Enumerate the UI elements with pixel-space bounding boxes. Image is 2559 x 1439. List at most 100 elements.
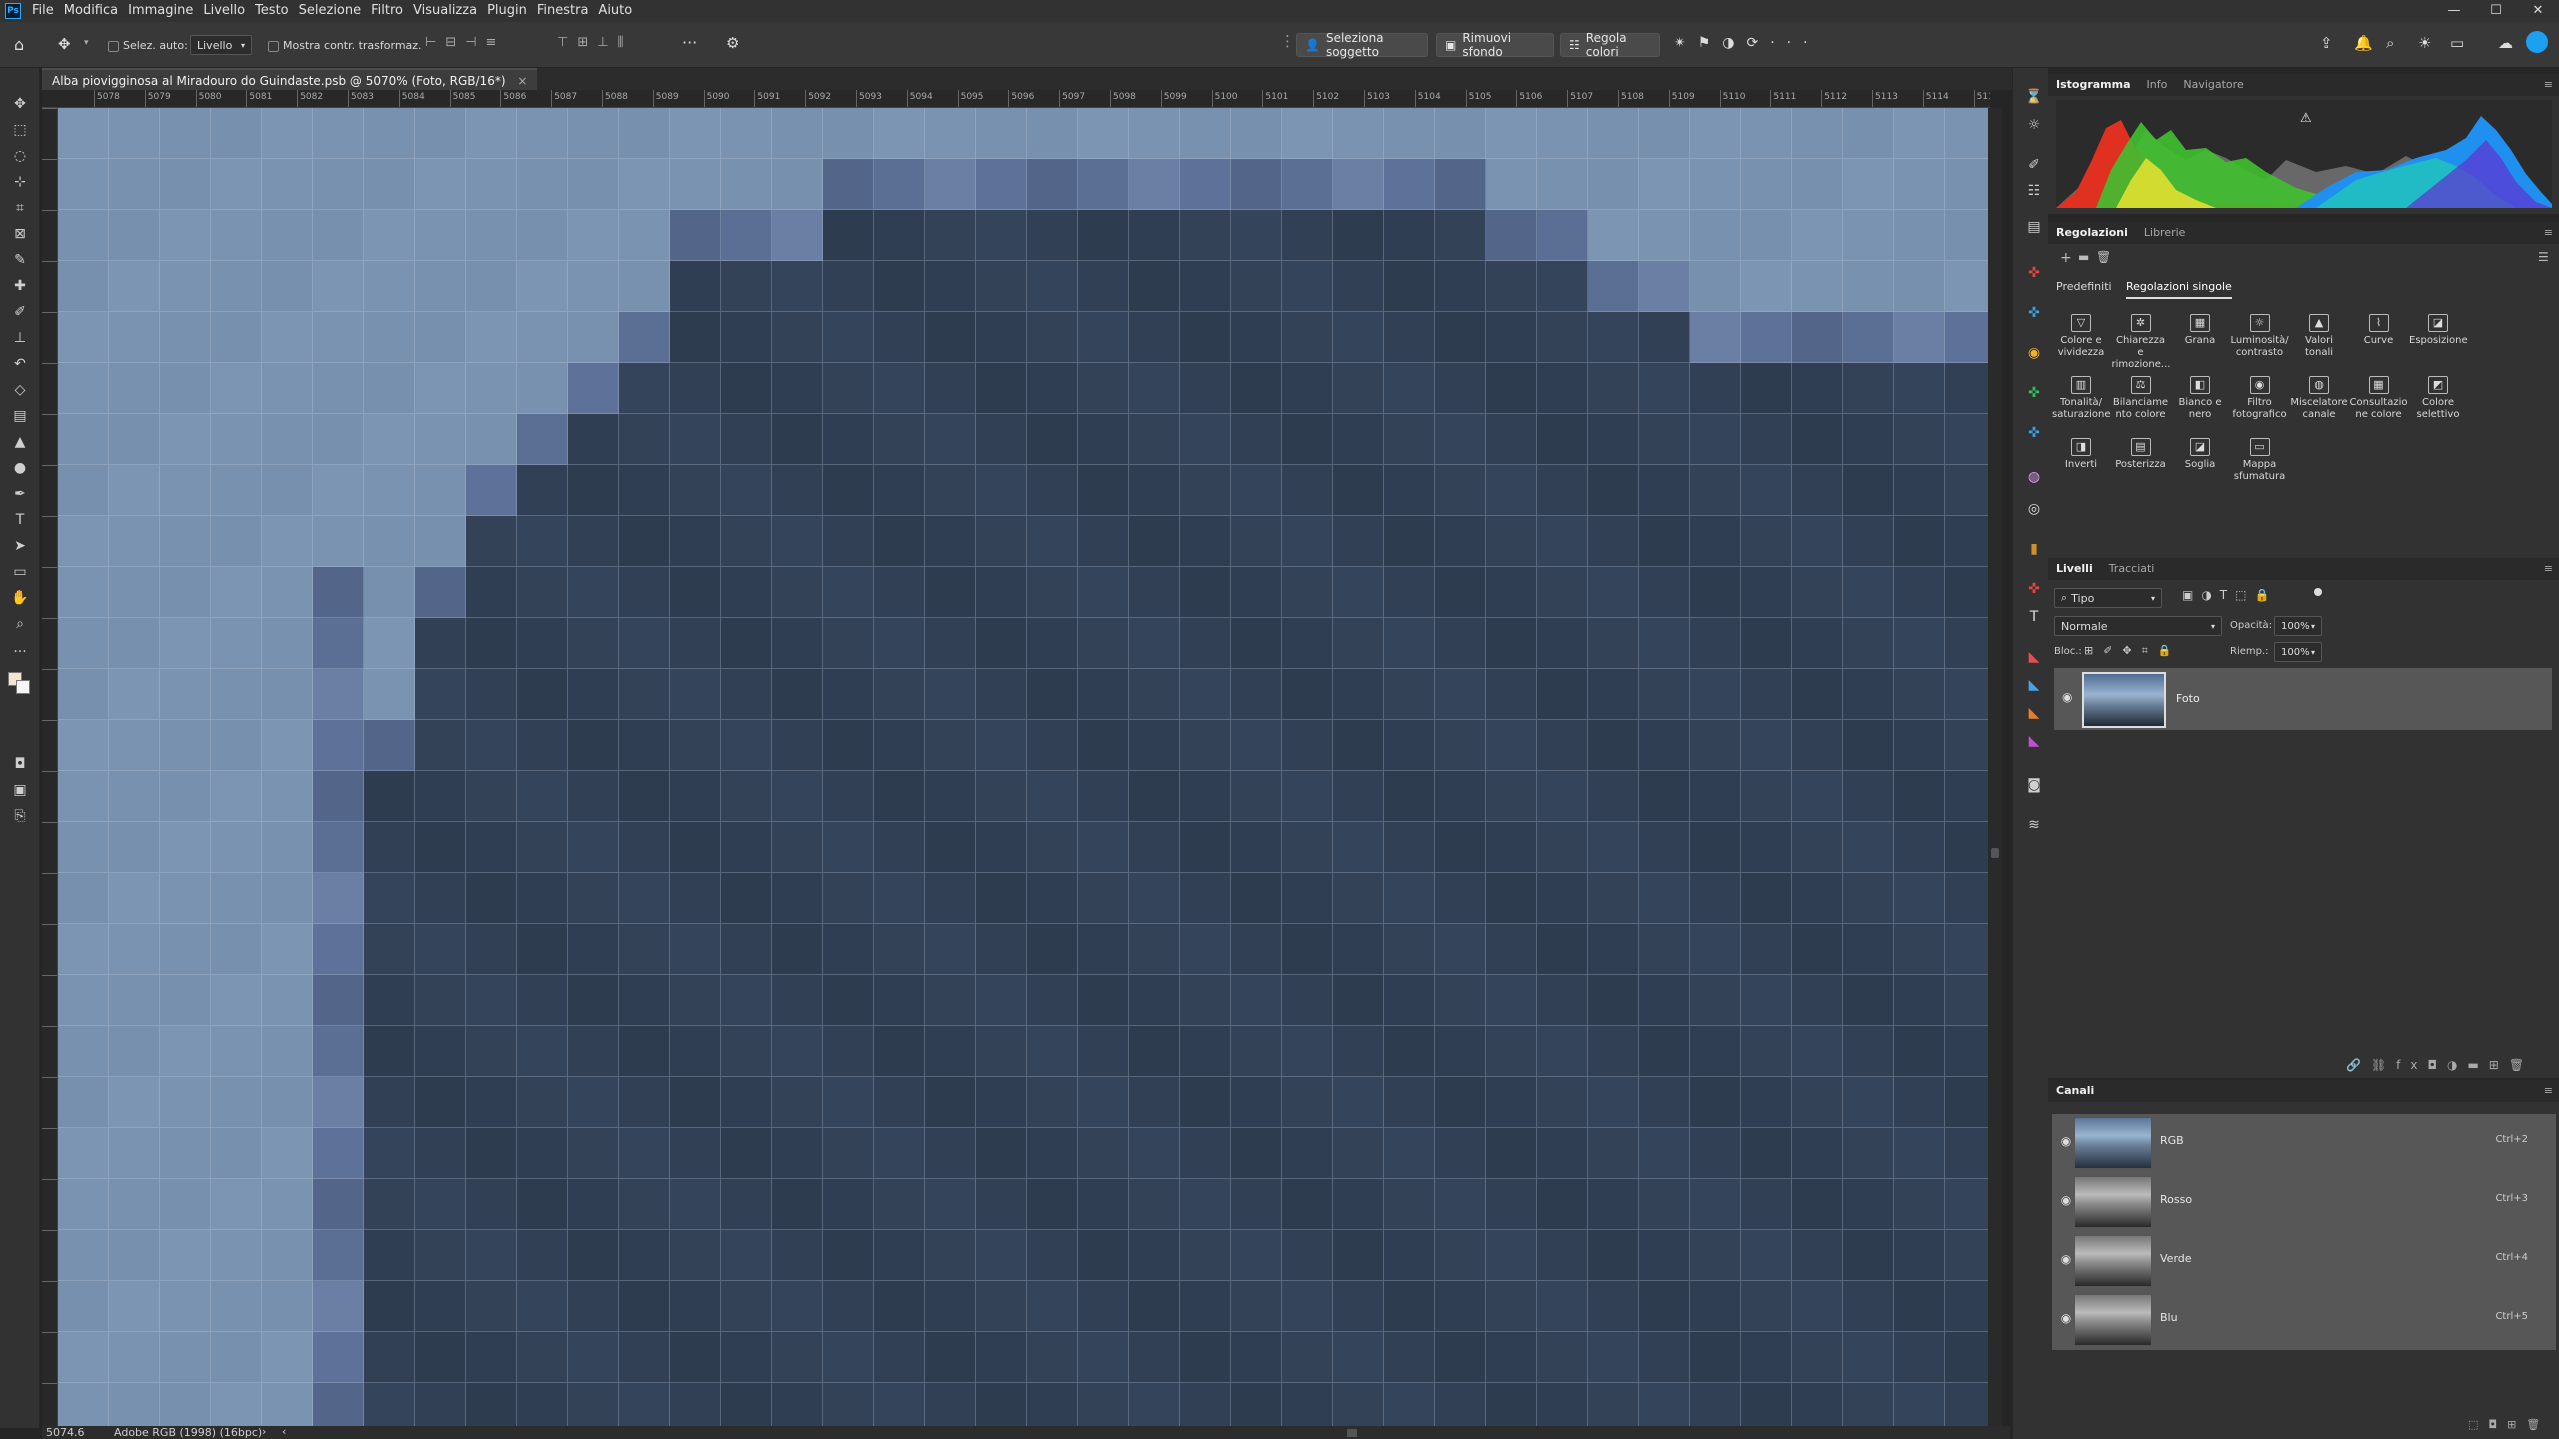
eraser-icon[interactable]: ◇ [10,380,30,400]
tab-librerie[interactable]: Librerie [2136,222,2194,244]
bell-icon[interactable]: 🔔 [2354,34,2373,52]
layer-name[interactable]: Foto [2176,692,2200,705]
layer-actions-icons[interactable]: 🔗⛓fx◘◑▬⊞🗑 [2346,1058,2534,1072]
menu-livello[interactable]: Livello [198,0,250,22]
drag-handle-icon[interactable]: ⋮ [1280,32,1295,50]
screen-mode-icon[interactable]: ▣ [10,780,30,800]
adjust-colors-button[interactable]: ☷ Regola colori [1560,31,1660,59]
channel-row-rosso[interactable]: ◉ Rosso Ctrl+3 [2052,1173,2542,1231]
chevron-right-icon[interactable]: › [262,1425,266,1438]
adjustment-item[interactable]: ☼ Luminosità/contrasto [2231,314,2289,359]
channel-row-blu[interactable]: ◉ Blu Ctrl+5 [2052,1291,2542,1349]
panel-menu-icon[interactable]: ≡ [2544,562,2553,575]
adjustment-item[interactable]: ✲ Chiarezza e rimozione... [2112,314,2170,371]
camera-icon[interactable]: ◙ [2023,774,2045,796]
gear-icon[interactable]: ⚙ [726,34,739,52]
filter-toggle-icon[interactable] [2314,588,2322,596]
subtab-predefiniti[interactable]: Predefiniti [2056,280,2112,293]
hand-icon[interactable]: ✋ [10,588,30,608]
plugin-icon-multicolor-1[interactable]: ◣ [2023,646,2045,668]
layer-row[interactable]: ◉ Foto [2054,668,2552,730]
fill-input[interactable]: 100% ▾ [2274,642,2322,662]
menu-immagine[interactable]: Immagine [123,0,198,22]
menu-testo[interactable]: Testo [250,0,294,22]
distribute-icons-group[interactable]: ⊤⊞⊥⫼ [557,35,633,50]
libraries-icon[interactable]: ▤ [2023,216,2045,238]
adjustment-item[interactable]: ◨ Inverti [2052,438,2110,471]
list-view-icon[interactable]: ☰ [2538,250,2549,264]
tab-canali[interactable]: Canali [2048,1080,2102,1102]
adjustment-item[interactable]: ▦ Consultazio ne colore [2350,376,2408,421]
tab-tracciati[interactable]: Tracciati [2101,558,2163,580]
brush-settings-icon[interactable]: ✐ [2023,154,2045,176]
move-tool-icon[interactable]: ✥ [10,94,30,114]
plugin-icon-multicolor-2[interactable]: ◣ [2023,674,2045,696]
close-tab-icon[interactable]: × [517,74,527,88]
eye-icon[interactable]: ◉ [2062,690,2072,704]
eye-icon[interactable]: ◉ [2058,1252,2074,1268]
cloud-docs-icon[interactable]: ☁ [2498,34,2513,52]
scroll-thumb[interactable] [1991,848,1999,858]
film-reel-icon[interactable]: ◎ [2023,498,2045,520]
dodge-icon[interactable]: ● [10,458,30,478]
move-tool-icon[interactable]: ✥ [58,35,71,53]
tab-istogramma[interactable]: Istogramma [2048,74,2139,96]
eye-icon[interactable]: ◉ [2058,1134,2074,1150]
select-subject-button[interactable]: 👤 Seleziona soggetto [1296,31,1428,59]
lasso-icon[interactable]: ◌ [10,146,30,166]
remove-background-button[interactable]: ▣ Rimuovi sfondo [1436,31,1554,59]
adjustment-item[interactable]: ▲ Valori tonali [2290,314,2348,359]
plugin-icon-yellow[interactable]: ◉ [2023,342,2045,364]
subtab-regolazioni-singole[interactable]: Regolazioni singole [2126,280,2232,299]
menu-finestra[interactable]: Finestra [532,0,594,22]
histogram-warning-icon[interactable]: ⚠ [2300,111,2312,126]
adjustment-item[interactable]: ▭ Mappa sfumatura [2231,438,2289,483]
menu-filtro[interactable]: Filtro [366,0,408,22]
menu-visualizza[interactable]: Visualizza [408,0,482,22]
eye-icon[interactable]: ◉ [2058,1311,2074,1327]
workspace-icon[interactable]: ▭ [2450,34,2464,52]
auto-select-checkbox[interactable]: Selez. auto: [108,39,188,52]
plugin-icon-blue[interactable]: ✜ [2023,302,2045,324]
zoom-icon[interactable]: ⌕ [10,614,30,634]
adjustments-icon[interactable]: ≋ [2023,814,2045,836]
channel-actions-icons[interactable]: ⬚◘⊞🗑 [2468,1418,2550,1431]
healing-brush-icon[interactable]: ✚ [10,276,30,296]
adjustment-item[interactable]: ◍ Miscelatore canale [2290,376,2348,421]
properties-icon[interactable]: ☷ [2023,180,2045,202]
plugin-icon-green[interactable]: ✜ [2023,382,2045,404]
rectangle-marquee-icon[interactable]: ⬚ [10,120,30,140]
adjustment-item[interactable]: ▤ Posterizza [2112,438,2170,471]
panel-menu-icon[interactable]: ≡ [2544,78,2553,91]
chevron-down-icon[interactable]: ▾ [84,38,89,48]
path-select-icon[interactable]: ➤ [10,536,30,556]
clone-stamp-icon[interactable]: ⊥ [10,328,30,348]
more-options-icon[interactable]: ··· [682,33,697,52]
panel-menu-icon[interactable]: ≡ [2544,226,2553,239]
color-wheel-icon[interactable]: ◍ [2023,466,2045,488]
show-transform-checkbox[interactable]: Mostra contr. trasformaz. [268,39,422,52]
opacity-input[interactable]: 100% ▾ [2274,616,2322,636]
folder-icon[interactable]: ▬ [2078,250,2089,264]
lightbulb-icon[interactable]: ☀ [2418,34,2431,52]
home-icon[interactable]: ⌂ [14,35,24,54]
horizontal-scroll-thumb[interactable] [1347,1429,1357,1437]
panel-menu-icon[interactable]: ≡ [2544,1084,2553,1097]
plugin-icon-red-2[interactable]: ✜ [2023,578,2045,600]
menu-selezione[interactable]: Selezione [294,0,367,22]
adjustment-item[interactable]: ▥ Tonalità/saturazione [2052,376,2110,421]
channel-row-verde[interactable]: ◉ Verde Ctrl+4 [2052,1232,2542,1290]
tab-regolazioni[interactable]: Regolazioni [2048,222,2136,244]
quick-mask-icon[interactable]: ◘ [10,754,30,774]
menu-aiuto[interactable]: Aiuto [593,0,637,22]
edit-toolbar-icon[interactable]: ⎘ [10,806,30,826]
adjustment-item[interactable]: ◩ Colore selettivo [2409,376,2467,421]
history-brush-icon[interactable]: ↶ [10,354,30,374]
blur-icon[interactable]: ▲ [10,432,30,452]
pen-icon[interactable]: ✒ [10,484,30,504]
eye-icon[interactable]: ◉ [2058,1193,2074,1209]
object-select-icon[interactable]: ⊹ [10,172,30,192]
adjustment-item[interactable]: ◉ Filtro fotografico [2231,376,2289,421]
avatar[interactable] [2526,31,2548,53]
maximize-button[interactable]: ☐ [2475,0,2517,22]
